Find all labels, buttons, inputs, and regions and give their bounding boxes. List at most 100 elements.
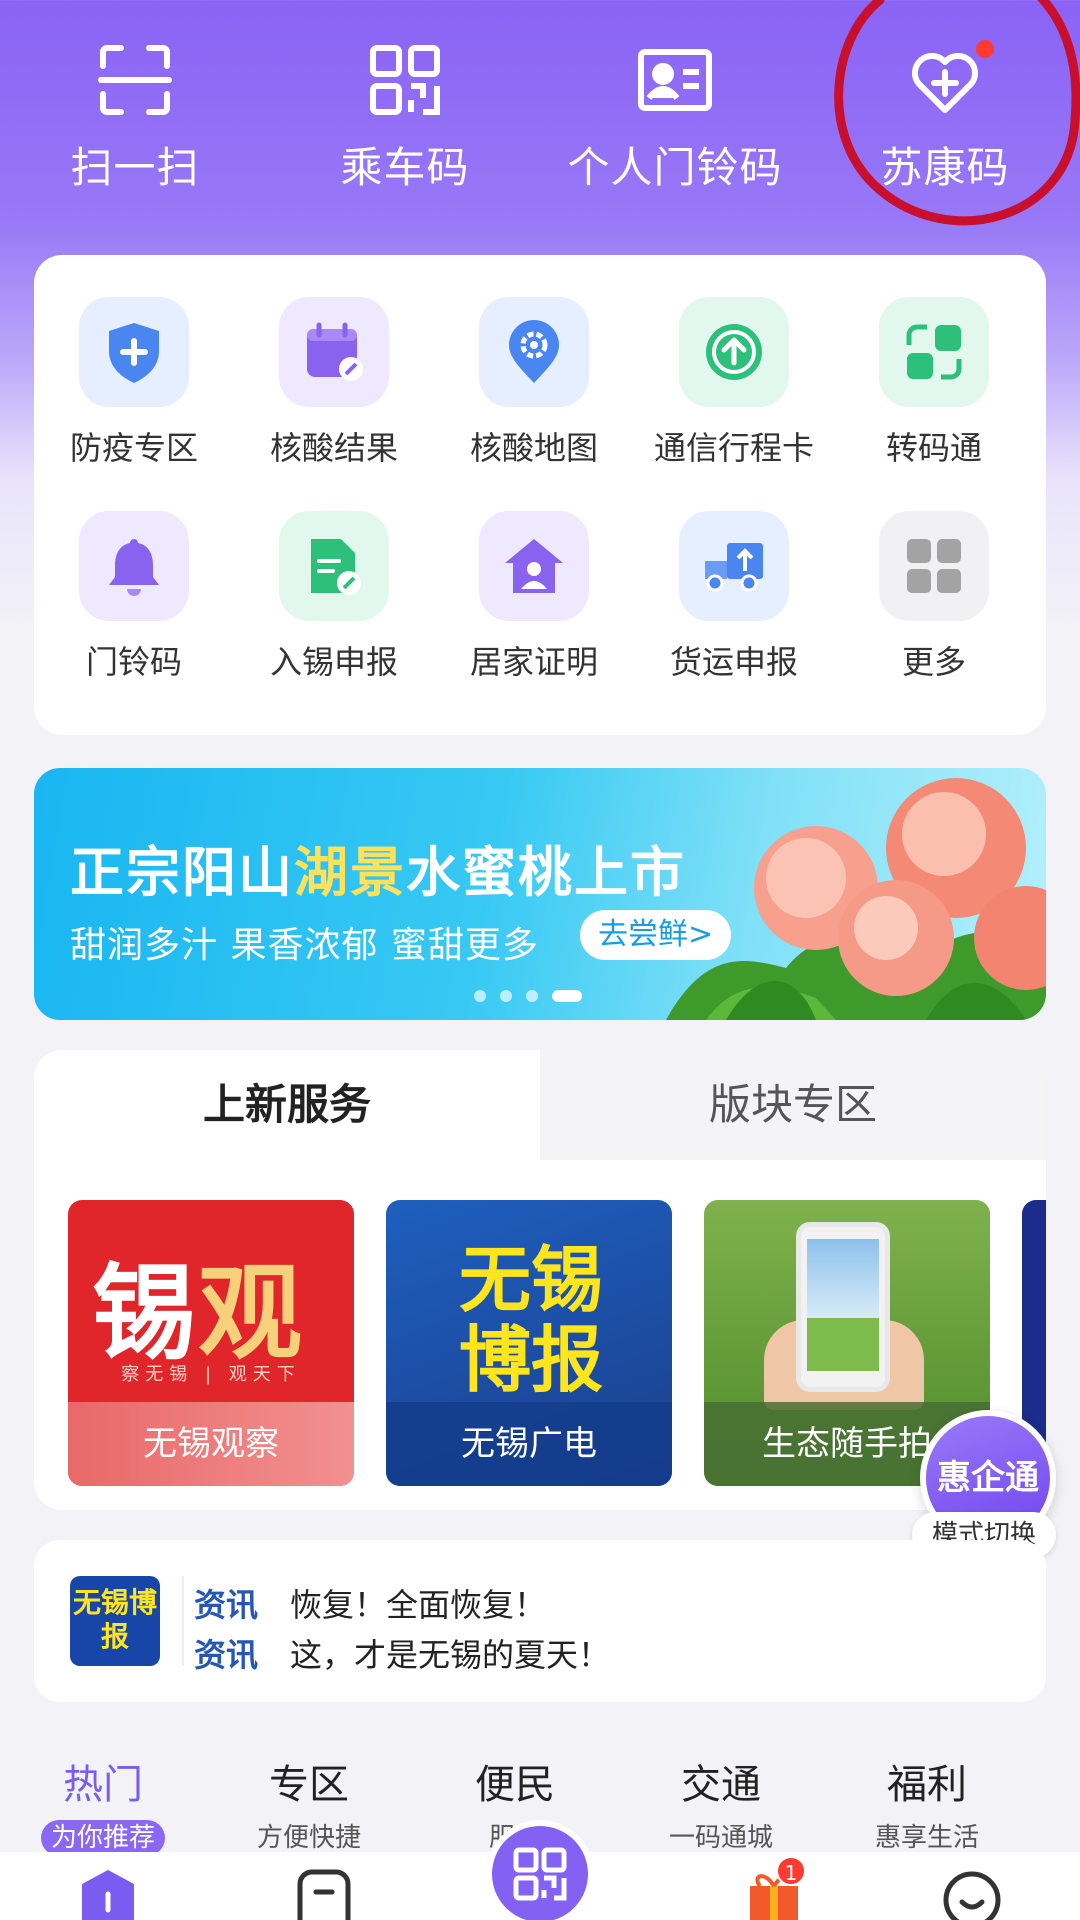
service-label: 入锡申报	[269, 643, 398, 681]
service-label: 门铃码	[85, 643, 182, 681]
news-tag: 资讯	[194, 1636, 259, 1674]
sukang-code-button[interactable]: 苏康码	[810, 40, 1080, 200]
home-user-icon	[505, 539, 563, 593]
tile-art: 无锡博报	[458, 1238, 603, 1402]
category-transport[interactable]: 交通 一码通城	[618, 1752, 824, 1856]
qr-code-icon	[370, 45, 440, 115]
news-tag: 资讯	[194, 1586, 259, 1624]
notification-dot	[976, 40, 994, 58]
tile-art-char: 锡	[92, 1252, 199, 1374]
banner-title: 正宗阳山湖景水蜜桃上市	[70, 828, 686, 907]
sukang-code-label: 苏康码	[880, 143, 1010, 192]
truck-icon	[705, 543, 763, 592]
category-title: 热门	[63, 1762, 143, 1808]
service-entry-report[interactable]: 入锡申报	[234, 511, 434, 711]
service-tile	[679, 511, 789, 621]
peach-illustration	[666, 778, 1046, 1020]
promo-banner[interactable]: 正宗阳山湖景水蜜桃上市 甜润多汁 果香浓郁 蜜甜更多 去尝鲜>	[34, 768, 1046, 1020]
bell-icon	[109, 539, 159, 596]
phone-image	[796, 1222, 890, 1392]
services-card: 防疫专区 核酸结果 核酸地图 通信行程卡 转码通 门铃码 入锡申报 居家证明 货…	[34, 255, 1046, 735]
calendar-edit-icon	[307, 322, 363, 381]
category-title: 专区	[269, 1762, 349, 1808]
category-title: 福利	[887, 1762, 967, 1808]
qr-code-center-button[interactable]	[486, 1820, 594, 1920]
phone-screen	[807, 1239, 879, 1371]
banner-title-highlight: 湖景	[294, 841, 406, 904]
heart-plus-icon	[912, 53, 978, 113]
profile-nav-icon[interactable]	[942, 1866, 1002, 1920]
service-nav-icon[interactable]	[294, 1866, 354, 1920]
service-epidemic-zone[interactable]: 防疫专区	[34, 297, 234, 497]
service-test-map[interactable]: 核酸地图	[434, 297, 634, 497]
home-nav-icon[interactable]	[78, 1866, 138, 1920]
document-edit-icon	[311, 539, 361, 595]
category-subtitle: 方便快捷	[256, 1823, 361, 1853]
tile-art-char: 观	[198, 1252, 305, 1374]
news-logo: 无锡博报	[70, 1576, 160, 1666]
carousel-indicator	[474, 990, 582, 1002]
service-test-results[interactable]: 核酸结果	[234, 297, 434, 497]
service-label: 居家证明	[469, 643, 598, 681]
banner-subtitle: 甜润多汁 果香浓郁 蜜甜更多	[70, 925, 539, 966]
shield-plus-icon	[109, 323, 159, 383]
banner-title-part: 水蜜桃上市	[406, 841, 686, 904]
service-label: 更多	[901, 643, 966, 681]
news-card[interactable]: 无锡博报 资讯 恢复！全面恢复！ 资讯 这，才是无锡的夏天！	[34, 1540, 1046, 1702]
service-label: 货运申报	[669, 643, 798, 681]
tile-wuxi-broadcast[interactable]: 无锡博报 无锡广电	[386, 1200, 672, 1486]
category-title: 便民	[475, 1762, 555, 1808]
location-gear-icon	[509, 320, 559, 383]
arrow-up-circle-icon	[706, 324, 762, 380]
service-tile	[879, 297, 989, 407]
service-tile	[279, 297, 389, 407]
category-subtitle: 为你推荐	[40, 1820, 165, 1856]
service-home-certificate[interactable]: 居家证明	[434, 511, 634, 711]
service-tiles-row: 锡观 察无锡 | 观天下 无锡观察 无锡博报 无锡广电 生态随手拍	[68, 1200, 1046, 1490]
tile-caption: 无锡广电	[386, 1402, 672, 1486]
service-tile	[79, 511, 189, 621]
gift-badge: 1	[776, 1856, 806, 1886]
category-welfare[interactable]: 福利 惠享生活	[824, 1752, 1030, 1856]
news-text: 这，才是无锡的夏天！	[290, 1636, 611, 1674]
new-services-card: 上新服务 版块专区 锡观 察无锡 | 观天下 无锡观察 无锡博报 无锡广电 生态…	[34, 1050, 1046, 1510]
qr-code-icon	[513, 1847, 567, 1901]
service-tile	[679, 297, 789, 407]
service-label: 核酸结果	[269, 429, 398, 467]
service-transfer-code[interactable]: 转码通	[834, 297, 1034, 497]
service-tile	[879, 511, 989, 621]
tile-wuxi-observation[interactable]: 锡观 察无锡 | 观天下 无锡观察	[68, 1200, 354, 1486]
tile-art-slogan: 察无锡 | 观天下	[121, 1364, 301, 1385]
tab-new-services[interactable]: 上新服务	[34, 1050, 540, 1160]
service-travel-card[interactable]: 通信行程卡	[634, 297, 834, 497]
service-more[interactable]: 更多	[834, 511, 1034, 711]
tile-caption: 无锡观察	[68, 1402, 354, 1486]
carousel-dot	[526, 990, 538, 1002]
category-subtitle: 惠享生活	[874, 1823, 979, 1853]
category-subtitle: 一码通城	[668, 1823, 773, 1853]
id-card-icon	[638, 49, 712, 111]
more-grid-icon	[907, 539, 961, 593]
doorbell-code-button[interactable]: 个人门铃码	[540, 40, 810, 200]
service-tile	[279, 511, 389, 621]
doorbell-code-label: 个人门铃码	[567, 143, 783, 192]
top-quick-bar: 扫一扫 乘车码 个人门铃码 苏康码	[0, 0, 1080, 230]
scan-button[interactable]: 扫一扫	[0, 40, 270, 200]
banner-title-part: 正宗阳山	[70, 841, 294, 904]
category-zone[interactable]: 专区 方便快捷	[206, 1752, 412, 1856]
service-label: 核酸地图	[469, 429, 598, 467]
service-label: 防疫专区	[69, 429, 198, 467]
news-item[interactable]: 资讯 这，才是无锡的夏天！	[194, 1630, 610, 1676]
tab-section-zone[interactable]: 版块专区	[540, 1050, 1046, 1160]
carousel-dot	[474, 990, 486, 1002]
ride-code-button[interactable]: 乘车码	[270, 40, 540, 200]
category-title: 交通	[681, 1762, 761, 1808]
news-item[interactable]: 资讯 恢复！全面恢复！	[194, 1580, 546, 1626]
service-tile	[479, 297, 589, 407]
service-tile	[79, 297, 189, 407]
divider	[182, 1576, 184, 1666]
category-hot[interactable]: 热门 为你推荐	[0, 1752, 206, 1856]
service-freight-report[interactable]: 货运申报	[634, 511, 834, 711]
service-doorbell-code[interactable]: 门铃码	[34, 511, 234, 711]
new-services-tabs: 上新服务 版块专区	[34, 1050, 1046, 1160]
